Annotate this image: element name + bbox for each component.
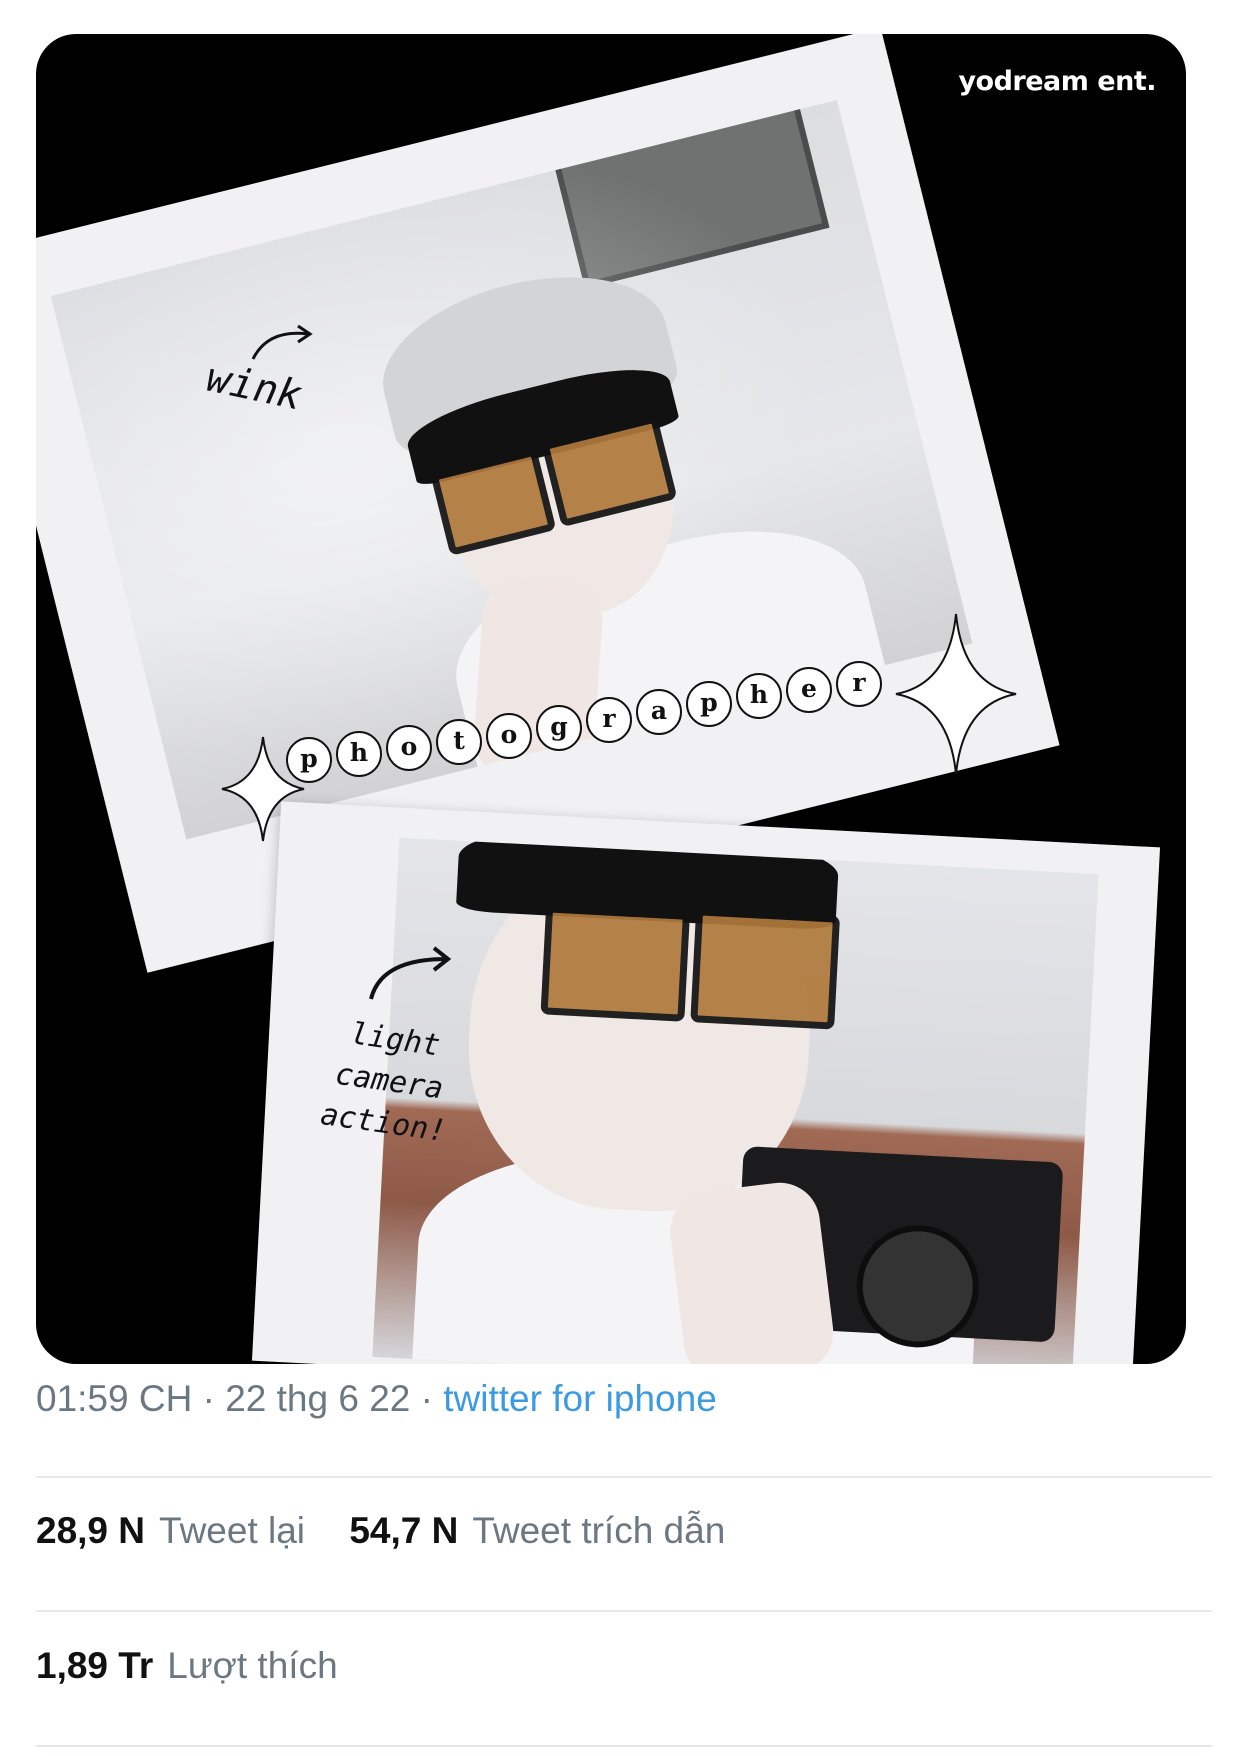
quotes-count: 54,7 N bbox=[349, 1510, 459, 1551]
divider bbox=[36, 1745, 1212, 1747]
retweets-stat[interactable]: 28,9 N Tweet lại bbox=[36, 1510, 349, 1551]
photo-camera bbox=[372, 837, 1099, 1364]
retweets-count: 28,9 N bbox=[36, 1510, 146, 1551]
tweet-source-link[interactable]: twitter for iphone bbox=[443, 1378, 717, 1419]
light-camera-action-label: light camera action! bbox=[318, 1016, 449, 1150]
quotes-label: Tweet trích dẫn bbox=[472, 1510, 726, 1551]
tweet-media-image[interactable]: yodream ent. wink light camera action! p… bbox=[36, 34, 1186, 1364]
separator: · bbox=[420, 1378, 433, 1419]
tweet-time[interactable]: 01:59 CH bbox=[36, 1378, 192, 1419]
sunglasses-right bbox=[690, 908, 841, 1030]
retweets-label: Tweet lại bbox=[159, 1510, 306, 1551]
photographer-lettering: p h o t o g r a p h e r bbox=[276, 649, 976, 789]
tweet-date[interactable]: 22 thg 6 22 bbox=[225, 1378, 410, 1419]
separator: · bbox=[202, 1378, 215, 1419]
arrow-icon bbox=[251, 324, 313, 360]
arrow-icon bbox=[369, 946, 452, 1000]
sunglasses-left bbox=[540, 905, 690, 1022]
hand bbox=[665, 1178, 838, 1364]
likes-stat[interactable]: 1,89 Tr Lượt thích bbox=[36, 1645, 372, 1686]
likes-label: Lượt thích bbox=[167, 1645, 338, 1686]
tweet-timestamp-row: 01:59 CH · 22 thg 6 22 · twitter for iph… bbox=[36, 1378, 717, 1420]
divider bbox=[36, 1476, 1212, 1478]
watermark: yodream ent. bbox=[958, 66, 1156, 97]
likes-row: 1,89 Tr Lượt thích bbox=[36, 1645, 372, 1687]
sparkle-icon bbox=[221, 736, 305, 842]
quotes-stat[interactable]: 54,7 N Tweet trích dẫn bbox=[349, 1510, 759, 1551]
engagement-row: 28,9 N Tweet lại 54,7 N Tweet trích dẫn bbox=[36, 1510, 759, 1552]
likes-count: 1,89 Tr bbox=[36, 1645, 154, 1686]
sparkle-icon bbox=[895, 613, 1017, 775]
divider bbox=[36, 1610, 1212, 1612]
